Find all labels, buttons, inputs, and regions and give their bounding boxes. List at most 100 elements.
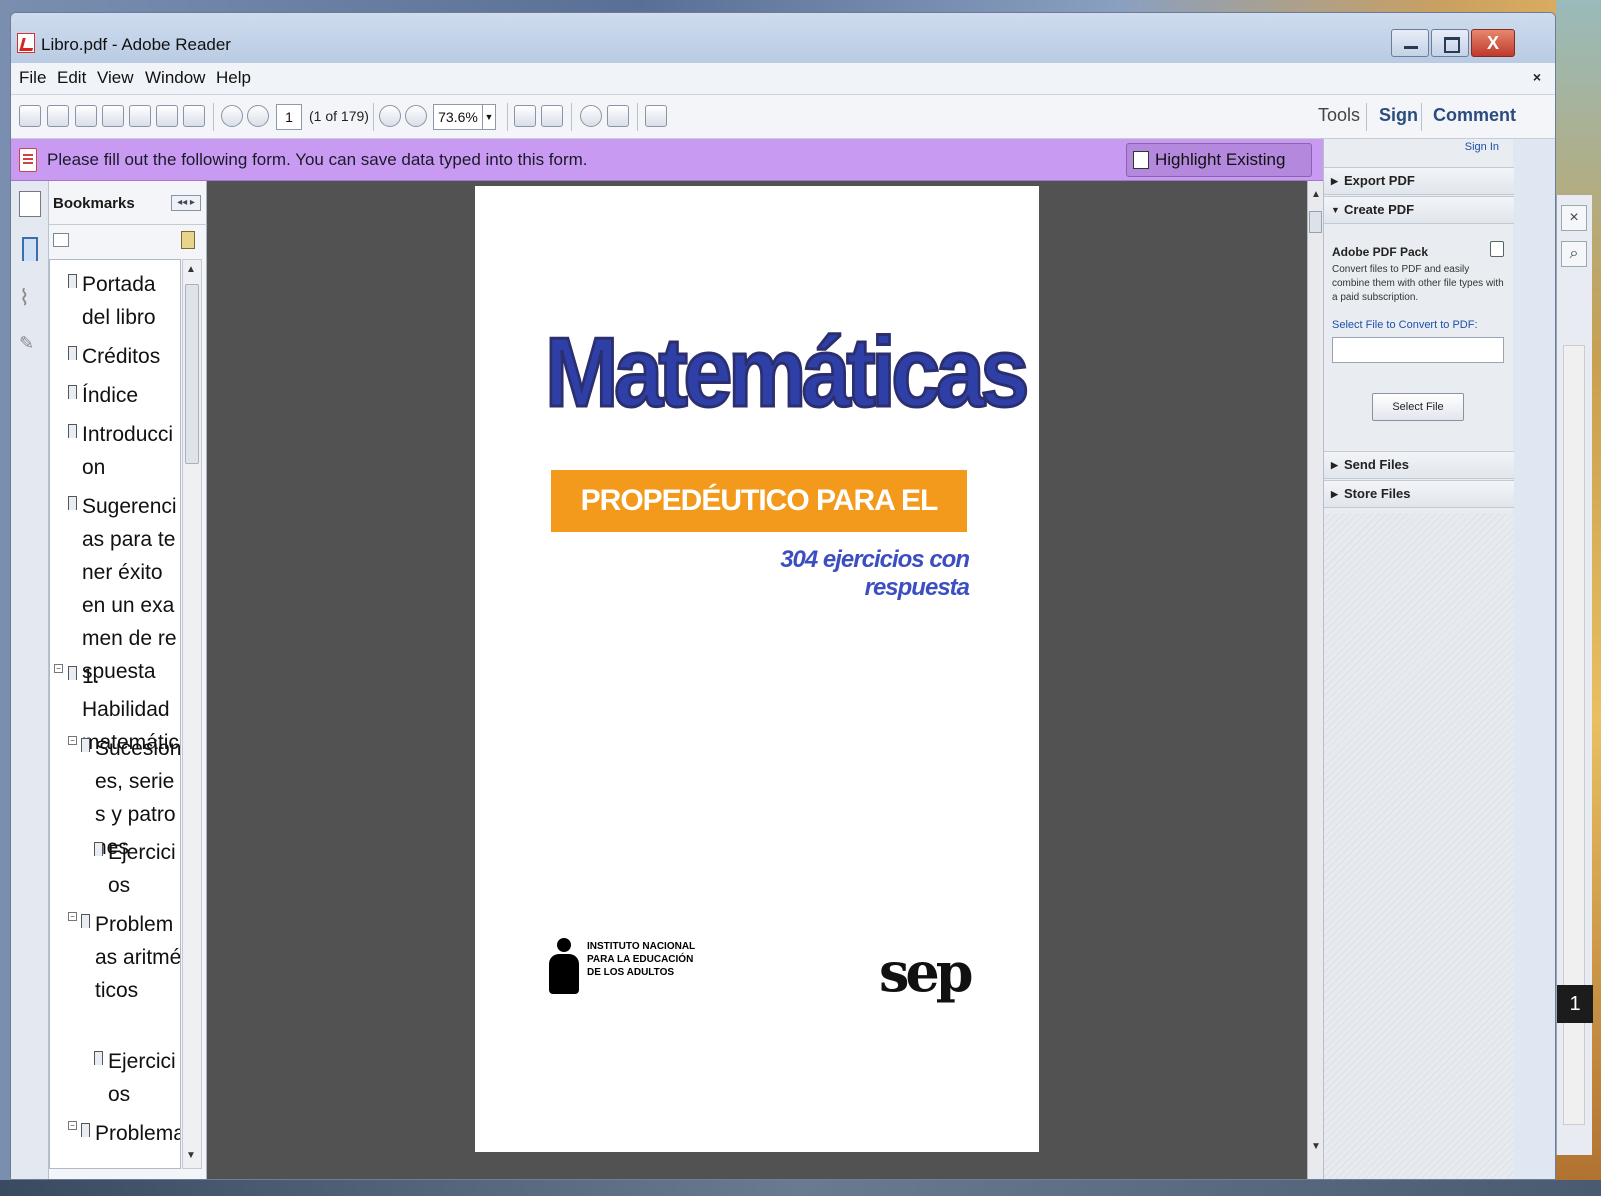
scroll-up-icon[interactable]: ▲ (1311, 189, 1321, 200)
close-icon[interactable]: × (1561, 205, 1587, 231)
chevron-down-icon: ▼ (1331, 205, 1340, 215)
upload-cloud-icon[interactable] (102, 105, 124, 127)
new-bookmark-icon[interactable] (181, 231, 195, 249)
background-window[interactable]: × ⌕ 1 (1556, 195, 1593, 1155)
highlight-text-icon[interactable] (607, 105, 629, 127)
send-files-label: Send Files (1344, 457, 1410, 472)
bookmark-icon (68, 666, 77, 680)
store-files-section[interactable]: ▶ Store Files (1324, 480, 1514, 508)
bookmark-icon (94, 1051, 103, 1065)
select-file-button[interactable]: Select File (1372, 393, 1464, 421)
tools-button[interactable]: Tools (1318, 105, 1360, 126)
previous-page-icon[interactable] (221, 105, 243, 127)
bookmark-options-icon[interactable] (53, 233, 69, 247)
attachments-icon[interactable]: ⌇ (19, 285, 41, 311)
bookmark-icon (94, 842, 103, 856)
zoom-dropdown-icon[interactable]: ▼ (482, 104, 496, 130)
pdf-app-icon (17, 33, 35, 53)
save-icon[interactable] (129, 105, 151, 127)
fit-page-icon[interactable] (541, 105, 563, 127)
bookmarks-title: Bookmarks (53, 195, 135, 212)
toolbar-separator (373, 103, 374, 131)
edit-pdf-icon[interactable] (75, 105, 97, 127)
search-icon[interactable]: ⌕ (1561, 241, 1587, 267)
bookmarks-list: Portada del libro Créditos Índice Introd… (49, 259, 181, 1169)
scroll-down-icon[interactable]: ▼ (186, 1150, 196, 1161)
pdf-page[interactable]: Matemáticas PROPEDÉUTICO PARA EL BACHILL… (475, 186, 1039, 1152)
bookmark-icon (68, 424, 77, 438)
collapse-toggle-icon[interactable]: − (68, 912, 77, 921)
menu-bar: File Edit View Window Help × (11, 63, 1555, 95)
read-mode-icon[interactable] (645, 105, 667, 127)
taskbar (0, 1180, 1601, 1196)
title-bar: Libro.pdf - Adobe Reader X (11, 13, 1555, 63)
email-icon[interactable] (183, 105, 205, 127)
bookmark-label: Índice (82, 384, 139, 407)
scrollbar-thumb[interactable] (185, 284, 199, 464)
toolbar-separator (1366, 103, 1367, 131)
file-path-input[interactable] (1332, 337, 1504, 363)
scroll-down-icon[interactable]: ▼ (1311, 1141, 1321, 1152)
chevron-right-icon: ▶ (1331, 460, 1338, 470)
create-pdf-icon[interactable] (19, 105, 41, 127)
menu-file[interactable]: File (19, 68, 46, 88)
fit-width-icon[interactable] (514, 105, 536, 127)
create-pdf-section[interactable]: ▼ Create PDF (1324, 196, 1514, 224)
menu-view[interactable]: View (97, 68, 134, 88)
document-area: Matemáticas PROPEDÉUTICO PARA EL BACHILL… (207, 181, 1307, 1179)
cover-subtitle: 304 ejercicios con respuesta (780, 546, 970, 601)
menu-edit[interactable]: Edit (57, 68, 86, 88)
page-number-input[interactable]: 1 (276, 104, 302, 130)
comment-button[interactable]: Comment (1433, 105, 1516, 126)
bookmark-label: Ejercicios (108, 841, 176, 897)
highlight-fields-button[interactable]: Highlight Existing Fields (1126, 143, 1312, 201)
bookmark-label: Créditos (82, 345, 161, 368)
collapse-toggle-icon[interactable]: − (68, 736, 77, 745)
form-icon (19, 148, 37, 172)
scrollbar-thumb[interactable] (1309, 211, 1322, 233)
collapse-panel-icon[interactable]: ◂◂ ▸ (171, 195, 201, 211)
sep-logo: sep (879, 940, 973, 1004)
scroll-up-icon[interactable]: ▲ (186, 264, 196, 275)
collapse-toggle-icon[interactable]: − (54, 664, 63, 673)
toolbar-separator (1421, 103, 1422, 131)
bookmarks-scrollbar[interactable]: ▲ ▼ (182, 259, 202, 1169)
menu-help[interactable]: Help (216, 68, 251, 88)
collapse-toggle-icon[interactable]: − (68, 1121, 77, 1130)
bookmark-icon (68, 274, 77, 288)
signatures-icon[interactable]: ✎ (19, 333, 41, 359)
store-files-label: Store Files (1344, 486, 1411, 501)
sign-button[interactable]: Sign (1379, 105, 1418, 126)
toolbar: 1 (1 of 179) 73.6% ▼ Tools Sign Comment (11, 95, 1555, 139)
close-document-icon[interactable]: × (1533, 69, 1541, 85)
next-page-icon[interactable] (247, 105, 269, 127)
zoom-level-input[interactable]: 73.6% (433, 104, 483, 130)
bookmarks-tools (49, 225, 207, 259)
menu-window[interactable]: Window (145, 68, 205, 88)
window-title: Libro.pdf - Adobe Reader (41, 35, 231, 54)
print-icon[interactable] (156, 105, 178, 127)
open-file-icon[interactable] (47, 105, 69, 127)
minimize-button[interactable] (1391, 29, 1429, 57)
bookmark-label: Sugerencias para tener éxito en un exame… (82, 495, 177, 683)
zoom-out-icon[interactable] (379, 105, 401, 127)
pdf-pack-icon (1490, 241, 1504, 257)
sticky-note-icon[interactable] (580, 105, 602, 127)
select-file-label: Select File to Convert to PDF: (1332, 319, 1478, 331)
toolbar-separator (213, 103, 214, 131)
close-button[interactable]: X (1471, 29, 1515, 57)
send-files-section[interactable]: ▶ Send Files (1324, 451, 1514, 479)
sign-in-link[interactable]: Sign In (1465, 141, 1499, 153)
form-message: Please fill out the following form. You … (47, 150, 588, 169)
page-thumbnails-icon[interactable] (19, 191, 41, 217)
export-pdf-section[interactable]: ▶ Export PDF (1324, 167, 1514, 195)
bookmarks-icon[interactable] (22, 237, 38, 261)
bookmark-label: Problemas aritméticos (95, 913, 181, 1002)
zoom-in-icon[interactable] (405, 105, 427, 127)
bookmark-icon (81, 1123, 90, 1137)
document-scrollbar[interactable]: ▲ ▼ (1307, 181, 1323, 1179)
maximize-button[interactable] (1431, 29, 1469, 57)
bookmarks-panel: Bookmarks ◂◂ ▸ Portada del libro Crédito… (49, 181, 207, 1179)
inea-figure-icon (547, 938, 581, 996)
bookmark-label: Ejercicios (108, 1050, 176, 1106)
